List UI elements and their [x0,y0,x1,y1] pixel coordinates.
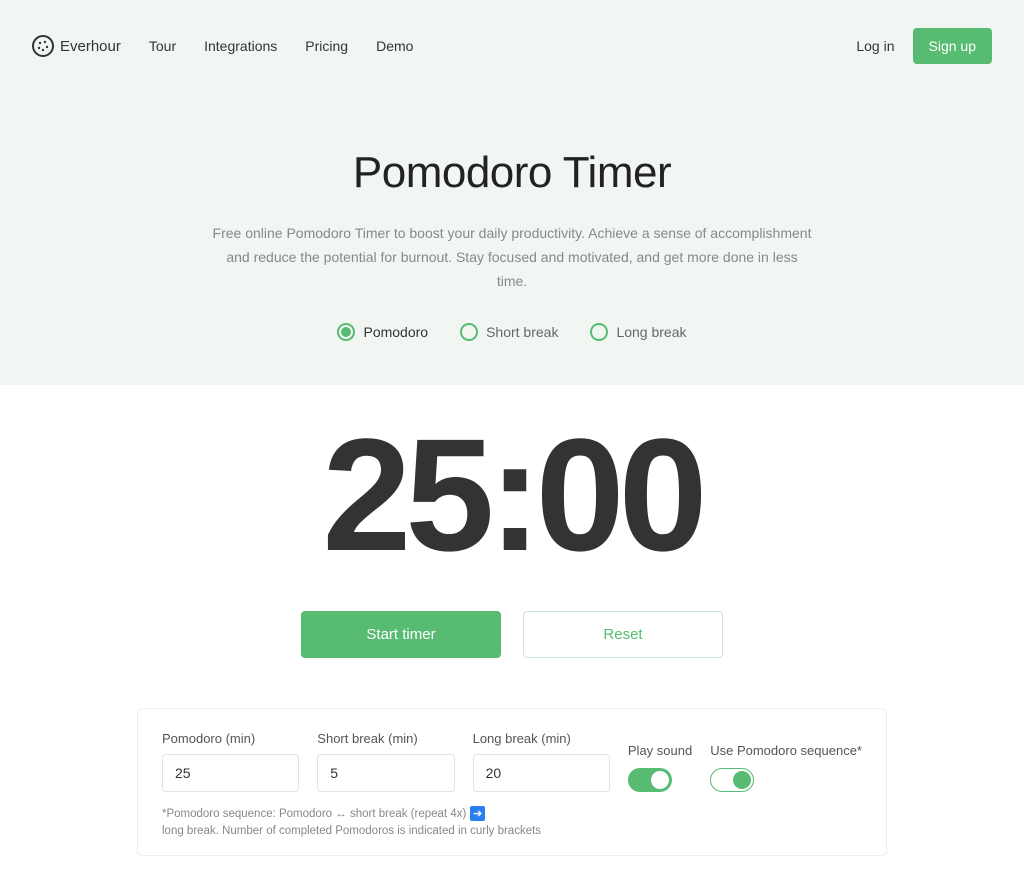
radio-icon [337,323,355,341]
nav-tour[interactable]: Tour [149,38,176,54]
nav-pricing[interactable]: Pricing [305,38,348,54]
field-short-break-min: Short break (min) [317,731,454,792]
long-break-min-label: Long break (min) [473,731,610,746]
page-subtitle: Free online Pomodoro Timer to boost your… [192,222,832,293]
long-break-min-input[interactable] [473,754,610,792]
use-sequence-label: Use Pomodoro sequence* [710,743,862,758]
brand-name: Everhour [60,38,121,55]
settings-footnote: *Pomodoro sequence: Pomodoro ↔ short bre… [162,806,862,837]
pomodoro-min-input[interactable] [162,754,299,792]
nav-integrations[interactable]: Integrations [204,38,277,54]
page-title: Pomodoro Timer [0,148,1024,198]
play-sound-label: Play sound [628,743,692,758]
settings-card: Pomodoro (min) Short break (min) Long br… [137,708,887,856]
field-long-break-min: Long break (min) [473,731,610,792]
mode-short-break[interactable]: Short break [460,323,558,341]
main-nav: Tour Integrations Pricing Demo [149,38,414,54]
login-link[interactable]: Log in [856,38,894,54]
arrow-right-icon: ➔ [470,806,485,821]
radio-icon [590,323,608,341]
radio-icon [460,323,478,341]
short-break-min-input[interactable] [317,754,454,792]
logo[interactable]: Everhour [32,35,121,57]
start-timer-button[interactable]: Start timer [301,611,501,658]
logo-icon [32,35,54,57]
mode-label: Long break [616,324,686,340]
play-sound-toggle[interactable] [628,768,672,792]
use-sequence-toggle[interactable] [710,768,754,792]
short-break-min-label: Short break (min) [317,731,454,746]
footnote-text-b: long break. Number of completed Pomodoro… [162,825,541,837]
footnote-text-a: *Pomodoro sequence: Pomodoro ↔ short bre… [162,808,466,820]
reset-button[interactable]: Reset [523,611,723,658]
mode-long-break[interactable]: Long break [590,323,686,341]
timer-section: 25:00 Start timer Reset Pomodoro (min) S… [0,385,1024,896]
pomodoro-min-label: Pomodoro (min) [162,731,299,746]
header: Everhour Tour Integrations Pricing Demo … [0,0,1024,92]
mode-label: Short break [486,324,558,340]
hero-section: Pomodoro Timer Free online Pomodoro Time… [0,92,1024,385]
mode-label: Pomodoro [363,324,428,340]
nav-demo[interactable]: Demo [376,38,413,54]
mode-pomodoro[interactable]: Pomodoro [337,323,428,341]
signup-button[interactable]: Sign up [913,28,992,64]
timer-display: 25:00 [0,385,1024,611]
field-pomodoro-min: Pomodoro (min) [162,731,299,792]
mode-selector: Pomodoro Short break Long break [0,323,1024,341]
